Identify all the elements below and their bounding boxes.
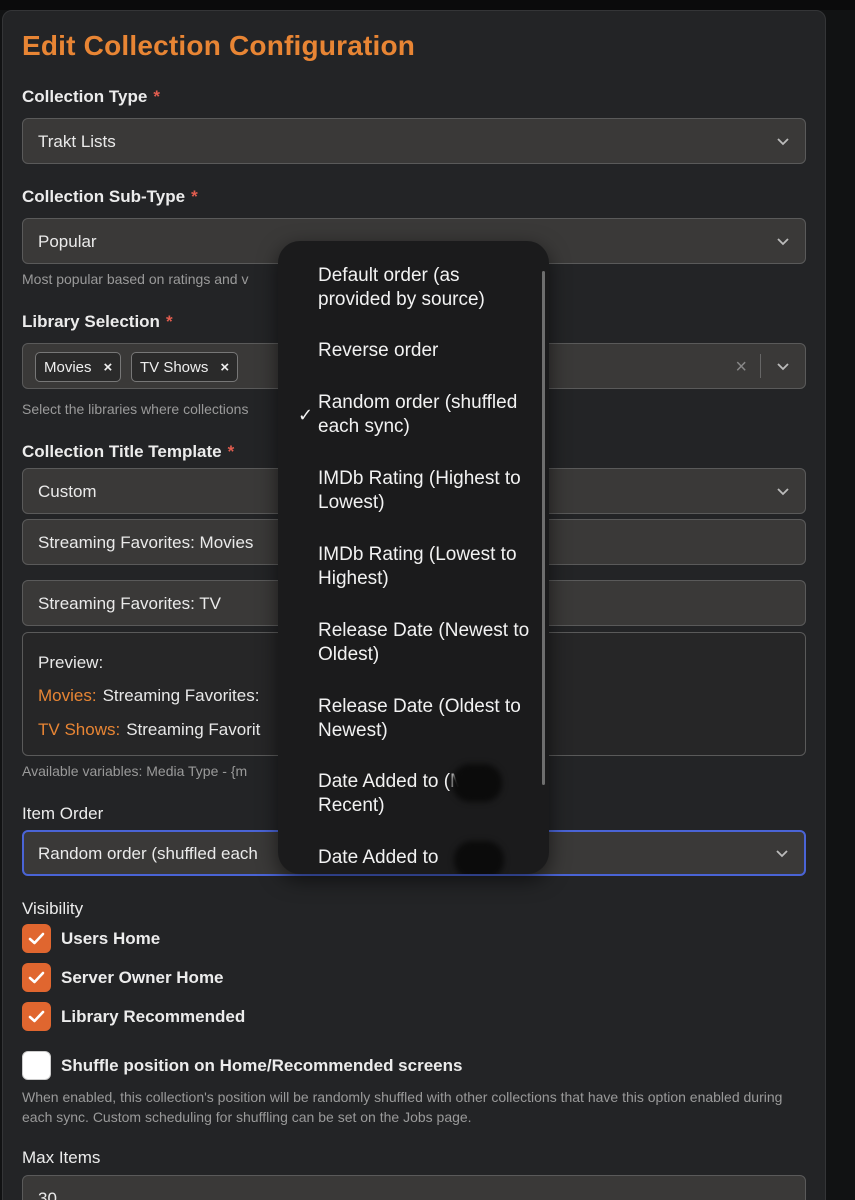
order-option-reverse[interactable]: Reverse order <box>318 339 533 363</box>
users-home-label: Users Home <box>61 929 161 948</box>
movies-title-value: Streaming Favorites: Movies <box>38 533 254 552</box>
checkmark-icon <box>28 932 45 945</box>
collection-subtype-help: Most popular based on ratings and v <box>22 271 249 287</box>
order-option-random[interactable]: Random order (shuffled each sync) <box>318 391 533 439</box>
title-template-label: Collection Title Template * <box>22 442 235 461</box>
preview-movies-key: Movies: <box>38 686 97 705</box>
max-items-label: Max Items <box>22 1148 101 1167</box>
collection-type-label: Collection Type * <box>22 87 160 106</box>
checkmark-icon <box>28 1010 45 1023</box>
top-strip <box>0 0 855 10</box>
order-option-release-new-old[interactable]: Release Date (Newest to Oldest) <box>318 619 533 667</box>
preview-movies-row: Movies: Streaming Favorites: <box>38 686 259 706</box>
item-order-label: Item Order <box>22 804 104 823</box>
remove-chip-icon[interactable]: × <box>220 359 229 376</box>
library-chip-movies[interactable]: Movies × <box>35 352 122 382</box>
tv-title-value: Streaming Favorites: TV <box>38 594 221 613</box>
remove-chip-icon[interactable]: × <box>104 359 113 376</box>
page-title: Edit Collection Configuration <box>22 30 416 61</box>
title-template-value: Custom <box>38 482 97 501</box>
checkmark-icon <box>28 971 45 984</box>
item-order-value: Random order (shuffled each <box>38 844 258 863</box>
collection-type-select[interactable]: Trakt Lists <box>22 118 806 164</box>
chevron-down-icon <box>777 138 789 146</box>
dropdown-scrollbar[interactable] <box>542 271 545 785</box>
max-items-input[interactable]: 30 <box>22 1175 806 1200</box>
clear-all-icon[interactable]: × <box>735 356 747 379</box>
chip-label: Movies <box>44 359 92 376</box>
library-selection-label: Library Selection * <box>22 312 173 331</box>
library-recommended-checkbox[interactable] <box>22 1002 51 1031</box>
redaction-blur <box>454 841 504 874</box>
users-home-checkbox[interactable] <box>22 924 51 953</box>
collection-type-value: Trakt Lists <box>38 132 116 151</box>
preview-tv-row: TV Shows: Streaming Favorit <box>38 720 260 740</box>
chevron-down-icon <box>776 850 788 858</box>
order-option-default[interactable]: Default order (as provided by source) <box>318 264 533 312</box>
order-option-release-old-new[interactable]: Release Date (Oldest to Newest) <box>318 695 533 743</box>
order-option-imdb-low-high[interactable]: IMDb Rating (Lowest to Highest) <box>318 543 533 591</box>
library-recommended-label: Library Recommended <box>61 1007 246 1026</box>
preview-tv-value: Streaming Favorit <box>126 720 261 739</box>
collection-subtype-value: Popular <box>38 232 97 251</box>
server-owner-home-label: Server Owner Home <box>61 968 224 987</box>
chip-label: TV Shows <box>140 359 209 376</box>
chevron-down-icon <box>777 238 789 246</box>
checkmark-icon: ✓ <box>298 405 314 425</box>
redaction-blur <box>452 764 502 802</box>
shuffle-label: Shuffle position on Home/Recommended scr… <box>61 1056 463 1075</box>
server-owner-home-checkbox[interactable] <box>22 963 51 992</box>
preview-heading: Preview: <box>38 653 104 672</box>
variables-help: Available variables: Media Type - {m <box>22 763 248 779</box>
preview-movies-value: Streaming Favorites: <box>102 686 260 705</box>
library-selection-help: Select the libraries where collections <box>22 401 249 417</box>
divider <box>760 354 761 378</box>
shuffle-description: When enabled, this collection's position… <box>22 1089 783 1125</box>
collection-subtype-label: Collection Sub-Type * <box>22 187 198 206</box>
chevron-down-icon <box>777 488 789 496</box>
chevron-down-icon[interactable] <box>775 358 791 374</box>
shuffle-checkbox[interactable] <box>22 1051 51 1080</box>
preview-tv-key: TV Shows: <box>38 720 121 739</box>
visibility-label: Visibility <box>22 899 84 918</box>
max-items-value: 30 <box>38 1189 57 1200</box>
library-chip-tv-shows[interactable]: TV Shows × <box>131 352 239 382</box>
order-option-imdb-high-low[interactable]: IMDb Rating (Highest to Lowest) <box>318 467 533 515</box>
item-order-dropdown: Default order (as provided by source) Re… <box>278 241 549 874</box>
